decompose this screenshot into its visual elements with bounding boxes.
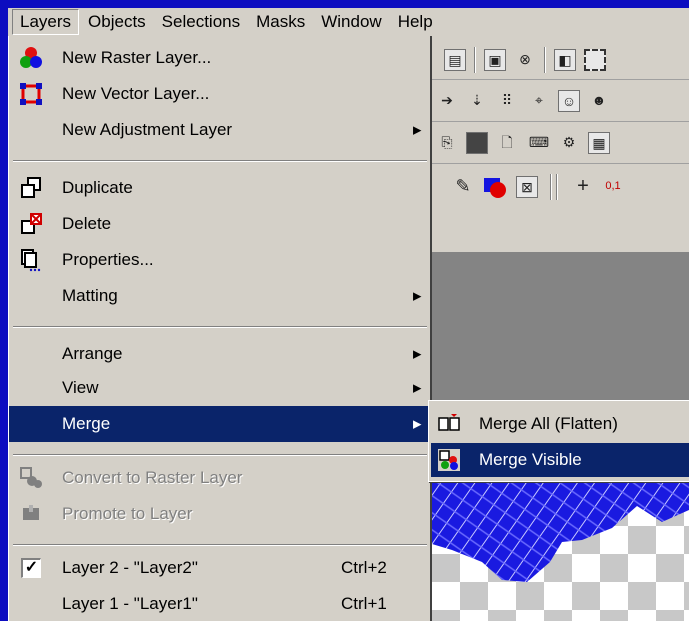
- face-icon[interactable]: ☺: [558, 90, 580, 112]
- copy-icon[interactable]: ⎘: [436, 132, 458, 154]
- merge-visible-icon: [438, 449, 460, 471]
- menu-selections[interactable]: Selections: [155, 10, 247, 34]
- menu-help[interactable]: Help: [391, 10, 440, 34]
- menu-item-view[interactable]: View ▶: [9, 370, 431, 406]
- menu-item-layer-1[interactable]: Layer 1 - "Layer1" Ctrl+1: [9, 586, 431, 621]
- convert-raster-icon: [20, 467, 42, 488]
- menu-objects-label: Objects: [88, 12, 146, 31]
- move-down-icon[interactable]: ⇣: [466, 90, 488, 112]
- menu-item-label: View: [62, 378, 99, 397]
- vector-square-icon: [20, 83, 42, 105]
- menu-item-label: New Vector Layer...: [62, 84, 210, 103]
- menu-item-promote-to-layer[interactable]: Promote to Layer: [9, 496, 431, 532]
- chat-icon[interactable]: ⌨: [528, 132, 550, 154]
- menu-masks-label: Masks: [256, 12, 306, 31]
- menu-layers-label: Layers: [20, 12, 72, 31]
- merge-submenu: Merge All (Flatten) Merge Visible: [428, 400, 689, 482]
- menu-item-layer-2[interactable]: ✓ Layer 2 - "Layer2" Ctrl+2: [9, 550, 431, 586]
- toolbar-separator: [556, 174, 558, 200]
- pin-icon[interactable]: ⌖: [528, 90, 550, 112]
- menu-window[interactable]: Window: [314, 10, 388, 34]
- submenu-item-merge-visible[interactable]: Merge Visible: [431, 443, 689, 477]
- toolbar-row-1: ▤ ▣ ⊗ ◧: [432, 40, 689, 80]
- frame-icon[interactable]: ⊠: [516, 176, 538, 198]
- submenu-arrow-icon: ▶: [413, 348, 422, 361]
- people-icon[interactable]: ⚙: [558, 132, 580, 154]
- menu-item-label: Promote to Layer: [62, 504, 193, 523]
- menu-masks[interactable]: Masks: [249, 10, 312, 34]
- arrow-icon[interactable]: ➔: [436, 90, 458, 112]
- menu-item-label: Convert to Raster Layer: [62, 468, 243, 487]
- menu-item-convert-to-raster[interactable]: Convert to Raster Layer: [9, 460, 431, 496]
- cancel-icon[interactable]: ⊗: [514, 49, 536, 71]
- menu-item-label: Properties...: [62, 250, 154, 269]
- duplicate-icon: [21, 177, 41, 198]
- blue-pattern-image: [432, 470, 689, 582]
- menu-separator: [13, 454, 427, 456]
- promote-layer-icon: [23, 505, 39, 520]
- submenu-arrow-icon: ▶: [413, 382, 422, 395]
- toolbar-separator: [544, 47, 546, 73]
- menu-help-label: Help: [397, 12, 433, 31]
- menu-item-label: New Adjustment Layer: [62, 120, 233, 139]
- checkmark-icon: ✓: [21, 558, 41, 578]
- menu-item-properties[interactable]: Properties...: [9, 242, 431, 278]
- menu-item-shortcut: Ctrl+1: [341, 594, 387, 613]
- submenu-item-merge-all[interactable]: Merge All (Flatten): [431, 407, 689, 441]
- submenu-arrow-icon: ▶: [413, 124, 422, 137]
- layers-menu-dropdown: New Raster Layer... New Vector Layer... …: [8, 36, 432, 621]
- select-rect-icon[interactable]: [584, 49, 606, 71]
- menu-item-label: Layer 2 - "Layer2": [62, 558, 198, 577]
- menu-item-label: Merge: [62, 414, 111, 433]
- menu-selections-label: Selections: [161, 12, 241, 31]
- menu-item-arrange[interactable]: Arrange ▶: [9, 336, 431, 372]
- menu-item-label: New Raster Layer...: [62, 48, 212, 67]
- menu-separator: [13, 326, 427, 328]
- menu-layers[interactable]: Layers: [12, 9, 80, 35]
- panel-icon[interactable]: [466, 132, 488, 154]
- toolbar-separator: [550, 174, 552, 200]
- menu-item-shortcut: Ctrl+2: [341, 558, 387, 577]
- menu-item-merge[interactable]: Merge ▶: [9, 406, 431, 442]
- grid-icon[interactable]: ⠿: [496, 90, 518, 112]
- delete-layer-icon: [21, 213, 42, 234]
- menu-item-duplicate[interactable]: Duplicate: [9, 170, 431, 206]
- crosshair-icon[interactable]: +: [572, 176, 594, 198]
- menu-item-label: Duplicate: [62, 178, 133, 197]
- paste-icon[interactable]: ▤: [444, 49, 466, 71]
- toolbar-row-4: ✎ ⊠ + 0,1: [432, 166, 689, 210]
- color-circles-icon: [20, 47, 42, 68]
- menu-separator: [13, 544, 427, 546]
- menu-item-new-vector-layer[interactable]: New Vector Layer...: [9, 76, 431, 112]
- menu-item-label: Matting: [62, 286, 118, 305]
- brush-icon[interactable]: ✎: [452, 176, 474, 198]
- coordinates-icon[interactable]: 0,1: [602, 176, 624, 198]
- shape-icon[interactable]: [482, 176, 508, 200]
- menu-bar: Layers Objects Selections Masks Window H…: [8, 8, 689, 36]
- menu-item-new-raster-layer[interactable]: New Raster Layer...: [9, 40, 431, 76]
- toolbar-row-3: ⎘ 🗋 ⌨ ⚙ ▦: [432, 124, 689, 164]
- menu-separator: [13, 160, 427, 162]
- monitor-icon[interactable]: ▣: [484, 49, 506, 71]
- document-icon[interactable]: 🗋: [496, 132, 518, 154]
- submenu-arrow-icon: ▶: [413, 418, 422, 431]
- submenu-arrow-icon: ▶: [413, 290, 422, 303]
- layer-icon[interactable]: ◧: [554, 49, 576, 71]
- submenu-item-label: Merge All (Flatten): [479, 414, 618, 433]
- menu-item-label: Delete: [62, 214, 112, 233]
- merge-all-icon: [438, 414, 460, 431]
- properties-icon: [21, 249, 41, 272]
- menu-objects[interactable]: Objects: [81, 10, 153, 34]
- menu-item-delete[interactable]: Delete: [9, 206, 431, 242]
- menu-item-label: Arrange: [62, 344, 123, 363]
- image-icon[interactable]: ▦: [588, 132, 610, 154]
- menu-item-matting[interactable]: Matting ▶: [9, 278, 431, 314]
- menu-window-label: Window: [321, 12, 382, 31]
- toolbar-row-2: ➔ ⇣ ⠿ ⌖ ☺ ☻: [432, 82, 689, 122]
- toolbar-separator: [474, 47, 476, 73]
- masks-icon[interactable]: ☻: [588, 90, 610, 112]
- menu-item-new-adjustment-layer[interactable]: New Adjustment Layer ▶: [9, 112, 431, 148]
- menu-item-label: Layer 1 - "Layer1": [62, 594, 198, 613]
- submenu-item-label: Merge Visible: [479, 450, 582, 469]
